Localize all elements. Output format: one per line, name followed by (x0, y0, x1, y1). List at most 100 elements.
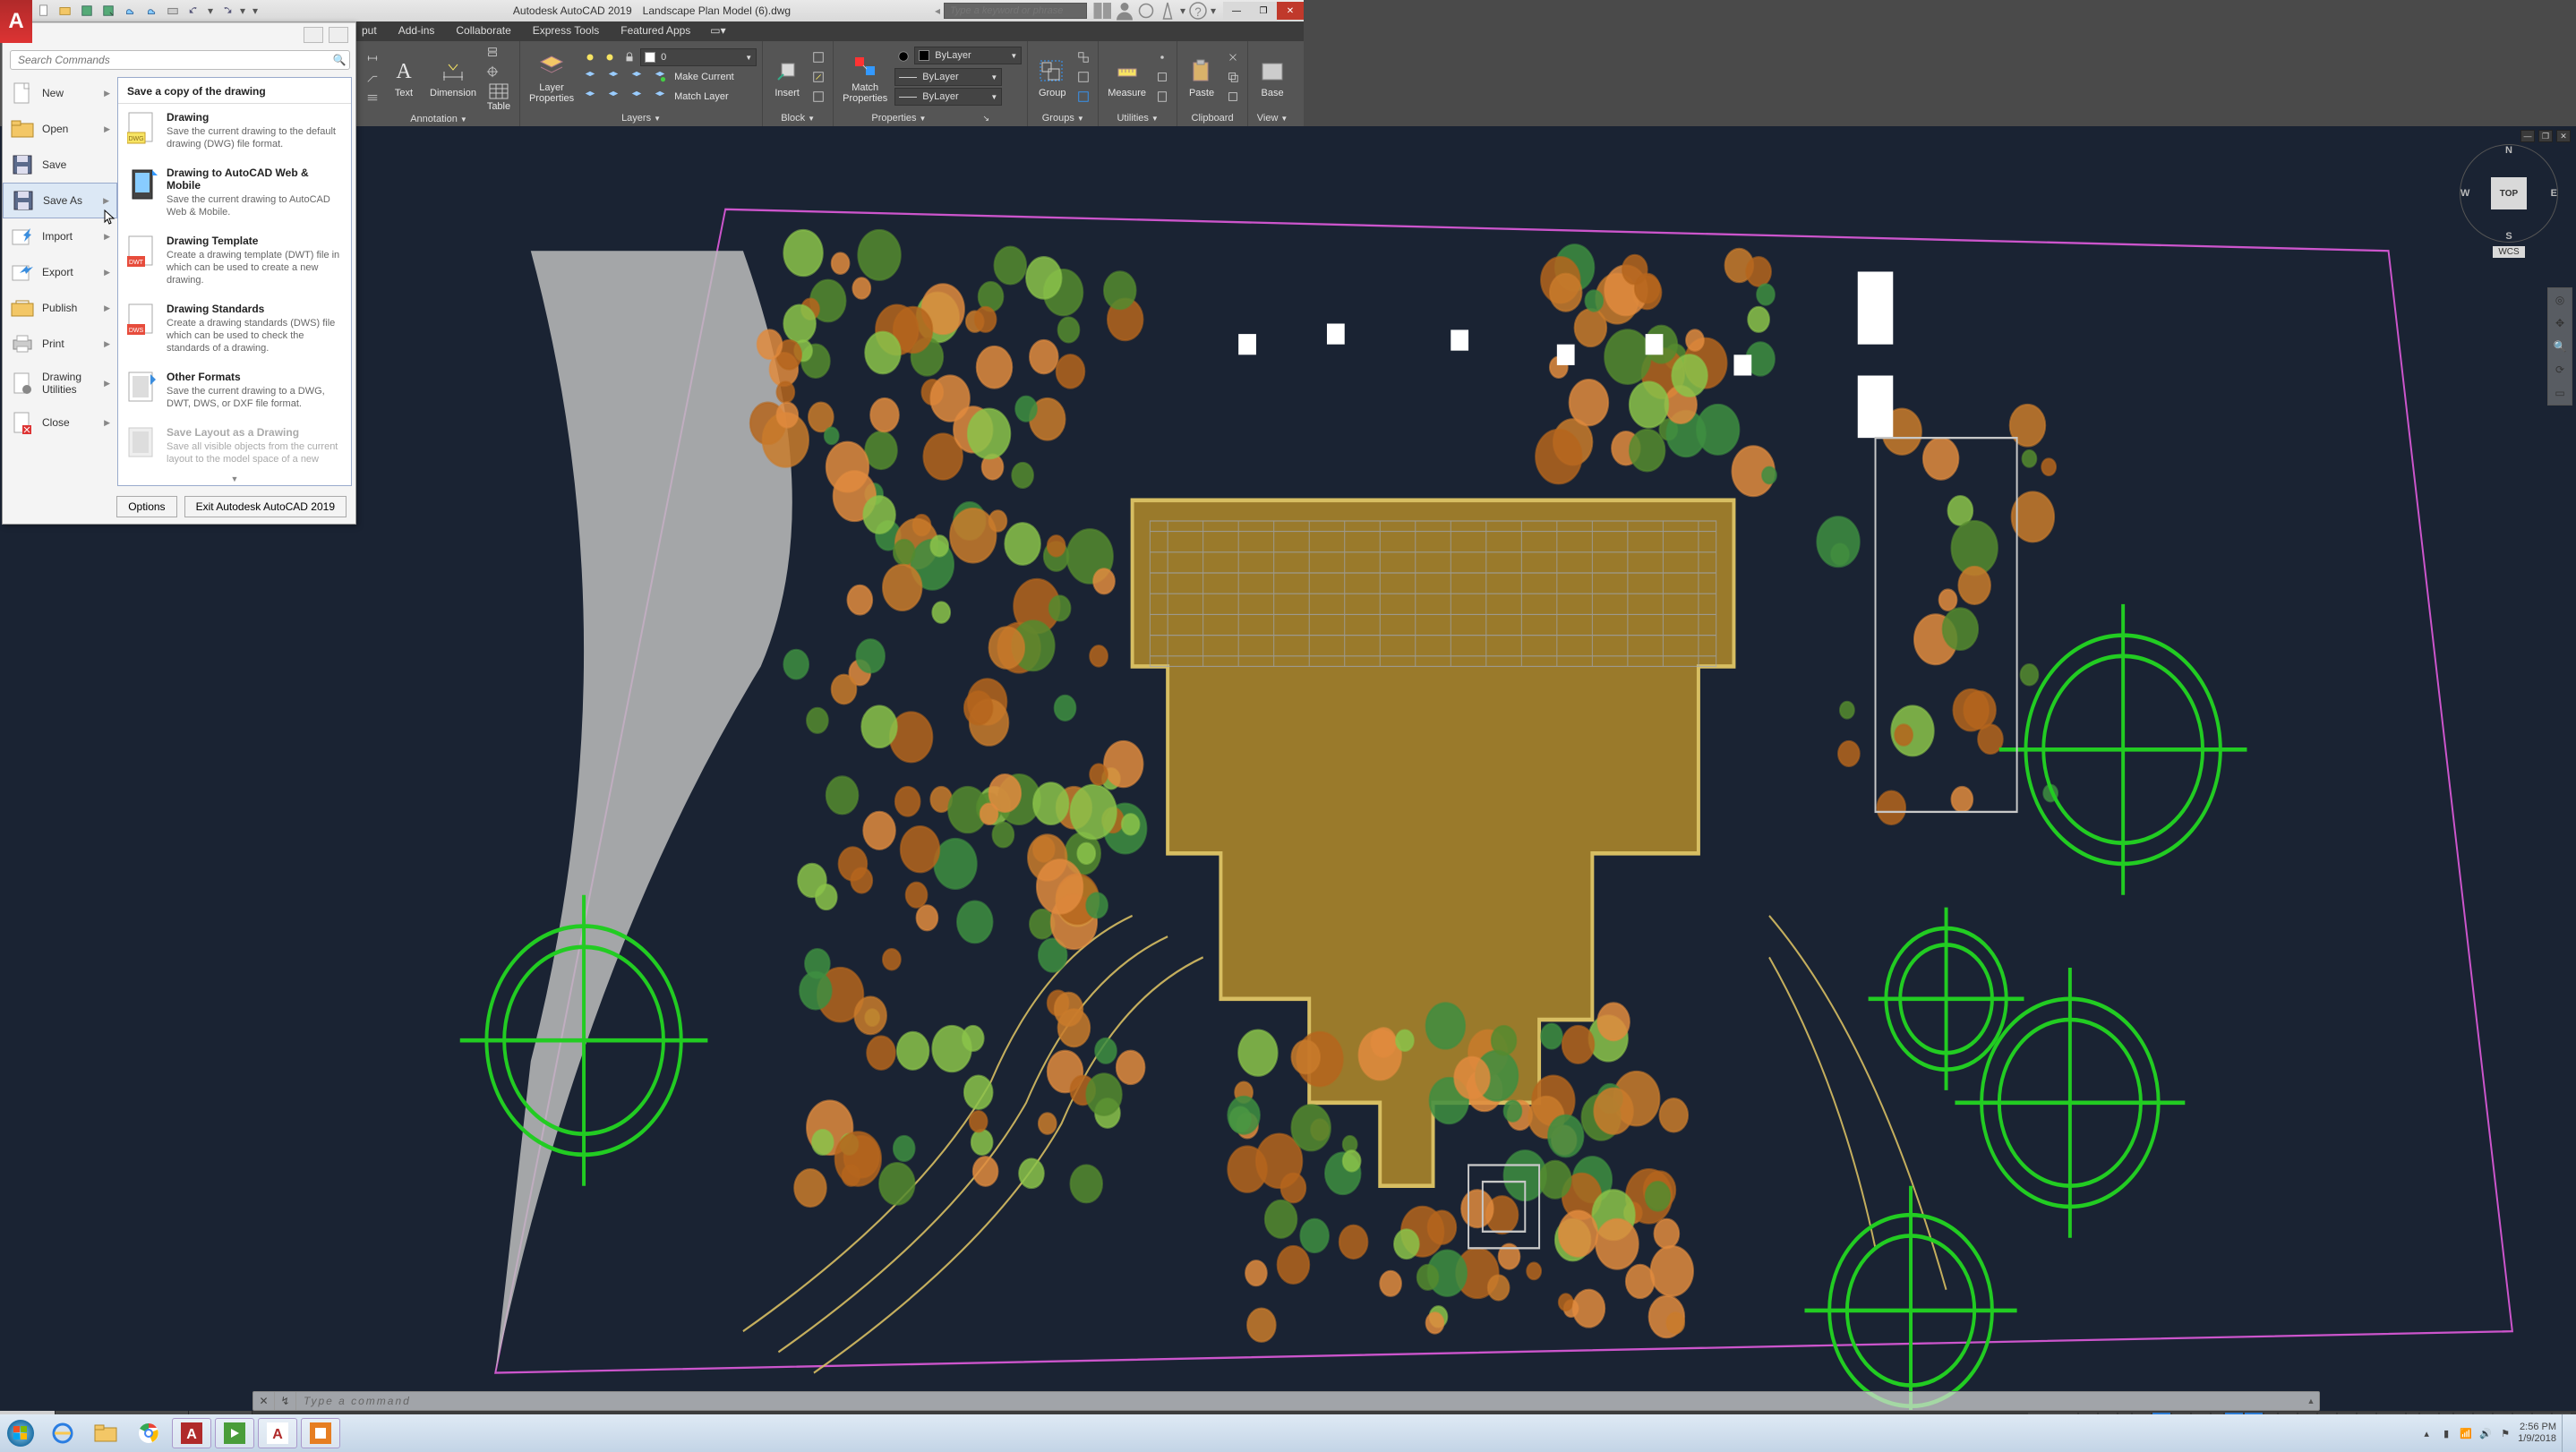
taskbar-camtasia-icon[interactable] (215, 1418, 254, 1448)
edit-block-icon[interactable] (809, 68, 827, 86)
group-button[interactable]: Group (1033, 56, 1071, 98)
dimension-tool[interactable]: Dimension (426, 56, 480, 98)
command-line[interactable]: ✕ ↯ Type a command ▲ (252, 1391, 2320, 1411)
layer-del-icon[interactable] (628, 88, 646, 106)
cmd-custom-icon[interactable]: ↯ (275, 1392, 296, 1410)
help-icon[interactable]: ? (1187, 2, 1209, 20)
ribbon-tab-switcher-icon[interactable]: ▭▾ (710, 21, 725, 41)
tray-clock[interactable]: 2:56 PM 1/9/2018 (2518, 1422, 2556, 1445)
measure-button[interactable]: Measure (1104, 56, 1150, 98)
ribbon-tab-partial[interactable]: put (358, 21, 388, 41)
taskbar-explorer-icon[interactable] (86, 1418, 125, 1448)
linear-dim-icon[interactable] (364, 49, 381, 67)
start-button[interactable] (0, 1416, 41, 1450)
ungroup-icon[interactable] (1074, 48, 1092, 66)
qat-new-icon[interactable] (34, 2, 54, 20)
ribbon-tab-featuredapps[interactable]: Featured Apps (610, 21, 701, 41)
qat-redo-dd-icon[interactable]: ▾ (238, 2, 247, 20)
doc-restore-icon[interactable]: ❐ (2538, 130, 2553, 142)
taskbar-autocad1-icon[interactable]: A (172, 1418, 211, 1448)
taskbar-ie-icon[interactable] (43, 1418, 82, 1448)
window-close-button[interactable]: ✕ (1277, 2, 1304, 20)
copy-icon[interactable] (1224, 68, 1242, 86)
appmenu-save-as[interactable]: Save As▶ (3, 183, 117, 218)
cut-icon[interactable] (1224, 48, 1242, 66)
saveas-drawing-template[interactable]: DWTDrawing TemplateCreate a drawing temp… (118, 227, 351, 295)
quickcalc-icon[interactable] (1153, 88, 1171, 106)
recent-docs-icon[interactable] (304, 27, 323, 43)
open-docs-icon[interactable] (329, 27, 348, 43)
obj-linetype-combo[interactable]: ByLayer▼ (894, 88, 1002, 106)
obj-color-combo[interactable]: ByLayer▼ (914, 47, 1022, 64)
make-current-label[interactable]: Make Current (674, 72, 734, 82)
drawing-canvas[interactable]: — ❐ ✕ N S W E TOP WCS ◎ ✥ 🔍 ⟳ ▭ (0, 126, 2576, 1414)
color-wheel-icon[interactable] (894, 47, 912, 65)
qat-plot-icon[interactable] (163, 2, 183, 20)
tray-flag-icon[interactable]: ⚑ (2498, 1426, 2512, 1440)
signin-icon[interactable] (1092, 2, 1114, 20)
qat-open-icon[interactable] (56, 2, 75, 20)
insert-block-button[interactable]: Insert (768, 56, 806, 98)
help-dd-icon[interactable]: ▾ (1209, 2, 1218, 20)
infocenter-arrow-icon[interactable]: ◂ (935, 3, 944, 19)
qat-customize-icon[interactable]: ▾ (249, 2, 261, 20)
leader-icon[interactable] (364, 69, 381, 87)
match-layer-label[interactable]: Match Layer (674, 91, 729, 102)
ribbon-tab-expresstools[interactable]: Express Tools (522, 21, 610, 41)
layer-off-icon[interactable] (581, 48, 599, 66)
qat-undo-icon[interactable] (184, 2, 204, 20)
appmenu-publish[interactable]: Publish▶ (3, 290, 117, 326)
tray-battery-icon[interactable]: ▮ (2439, 1426, 2453, 1440)
layer-current-combo[interactable]: 0▼ (640, 48, 757, 66)
layer-iso-icon[interactable] (581, 68, 599, 86)
nav-zoom-icon[interactable]: 🔍 (2548, 335, 2572, 358)
cmd-history-icon[interactable]: ▲ (2303, 1396, 2319, 1405)
saveas-drawing-standards[interactable]: DWSDrawing StandardsCreate a drawing sta… (118, 295, 351, 363)
appmenu-close[interactable]: Close▶ (3, 405, 117, 440)
nav-wheel-icon[interactable]: ◎ (2548, 288, 2572, 312)
appmenu-scroll-more-icon[interactable]: ▼ (118, 474, 351, 485)
layer-freeze-icon[interactable] (601, 48, 619, 66)
a360-icon[interactable] (1157, 2, 1178, 20)
nav-showmotion-icon[interactable]: ▭ (2548, 381, 2572, 405)
qat-save-icon[interactable] (77, 2, 97, 20)
group-edit-icon[interactable] (1074, 68, 1092, 86)
edit-attr-icon[interactable] (809, 88, 827, 106)
appmenu-save[interactable]: Save (3, 147, 117, 183)
create-block-icon[interactable] (809, 48, 827, 66)
paste-button[interactable]: Paste (1183, 56, 1220, 98)
saveas-drawing-to-autocad-web-mobile[interactable]: Drawing to AutoCAD Web & MobileSave the … (118, 159, 351, 227)
base-view-button[interactable]: Base (1254, 56, 1291, 98)
window-minimize-button[interactable]: — (1223, 2, 1250, 20)
tray-volume-icon[interactable]: 🔊 (2478, 1426, 2493, 1440)
make-current-icon[interactable] (651, 68, 669, 86)
ribbon-tab-addins[interactable]: Add-ins (388, 21, 446, 41)
app-menu-button[interactable]: A (0, 0, 32, 43)
appmenu-search-input[interactable] (10, 50, 350, 70)
appmenu-new[interactable]: New▶ (3, 75, 117, 111)
infocenter-search-input[interactable] (944, 3, 1087, 19)
layer-prev-icon[interactable] (604, 68, 622, 86)
show-desktop-button[interactable] (2562, 1414, 2572, 1452)
layer-walk-icon[interactable] (581, 88, 599, 106)
tray-network-icon[interactable]: 📶 (2459, 1426, 2473, 1440)
group-sel-icon[interactable] (1074, 88, 1092, 106)
layer-merge-icon[interactable] (604, 88, 622, 106)
window-restore-button[interactable]: ❐ (1250, 2, 1277, 20)
exit-button[interactable]: Exit Autodesk AutoCAD 2019 (184, 496, 347, 517)
layer-properties-button[interactable]: Layer Properties (526, 51, 578, 104)
obj-lineweight-combo[interactable]: ByLayer▼ (894, 68, 1002, 86)
qat-cloud-save-icon[interactable] (120, 2, 140, 20)
options-button[interactable]: Options (116, 496, 176, 517)
appmenu-export[interactable]: Export▶ (3, 254, 117, 290)
doc-close-icon[interactable]: ✕ (2556, 130, 2571, 142)
qat-undo-dd-icon[interactable]: ▾ (206, 2, 215, 20)
appmenu-open[interactable]: Open▶ (3, 111, 117, 147)
qat-redo-icon[interactable] (217, 2, 236, 20)
appmenu-drawing-utilities[interactable]: Drawing Utilities▶ (3, 362, 117, 405)
copyclip-icon[interactable] (1224, 88, 1242, 106)
saveas-other-formats[interactable]: Other FormatsSave the current drawing to… (118, 363, 351, 419)
appmenu-import[interactable]: Import▶ (3, 218, 117, 254)
match-layer-icon[interactable] (651, 88, 669, 106)
match-properties-button[interactable]: Match Properties (839, 51, 891, 104)
